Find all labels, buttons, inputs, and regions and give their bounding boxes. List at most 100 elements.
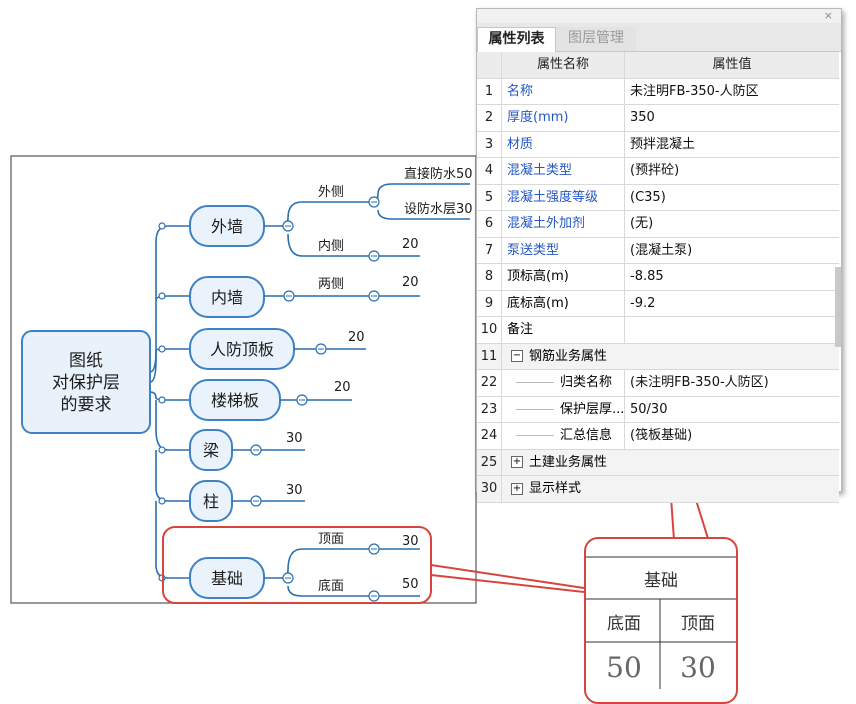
value-column: 30 [286, 483, 303, 498]
row-index: 10 [477, 317, 502, 343]
property-name: 汇总信息 [560, 428, 613, 443]
property-value[interactable] [625, 317, 839, 343]
row-index: 8 [477, 264, 502, 290]
expand-icon[interactable]: + [511, 456, 523, 468]
property-value[interactable]: -8.85 [625, 264, 839, 290]
label-top-face: 顶面 [318, 532, 344, 547]
row-index: 7 [477, 237, 502, 263]
label-column: 柱 [203, 492, 219, 511]
property-value[interactable]: 350 [625, 105, 839, 131]
property-row[interactable]: 2 厚度(mm) 350 [477, 105, 839, 132]
property-value[interactable]: (未注明FB-350-人防区) [625, 370, 839, 396]
property-name: 归类名称 [560, 375, 613, 390]
property-value[interactable]: (混凝土泵) [625, 238, 839, 264]
property-value[interactable]: -9.2 [625, 291, 839, 317]
property-name: 底标高(m) [502, 290, 625, 316]
property-name: 厚度(mm) [502, 105, 625, 131]
label-outer-wall: 外墙 [211, 217, 243, 236]
inset-value-bottom: 50 [606, 651, 642, 684]
value-outer-inner: 20 [402, 237, 419, 252]
row-index: 11 [477, 343, 502, 369]
property-value[interactable]: 预拌混凝土 [625, 132, 839, 158]
property-row[interactable]: 4 混凝土类型 (预拌砼) [477, 158, 839, 185]
property-row[interactable]: 5 混凝土强度等级 (C35) [477, 184, 839, 211]
tab-property-list[interactable]: 属性列表 [477, 27, 556, 52]
panel-tabs: 属性列表 图层管理 [477, 23, 841, 52]
row-index: 24 [477, 423, 502, 449]
property-value[interactable]: 50/30 [625, 397, 839, 423]
group-label-cell: + 显示样式 [502, 476, 839, 502]
collapse-icon[interactable]: − [511, 350, 523, 362]
property-value[interactable]: (筏板基础) [625, 423, 839, 449]
property-value[interactable]: (预拌砼) [625, 158, 839, 184]
property-name-cell: 归类名称 [502, 370, 625, 396]
tab-layer-manager[interactable]: 图层管理 [556, 27, 636, 51]
inset-title: 基础 [644, 571, 678, 591]
property-name-cell: 汇总信息 [502, 423, 625, 449]
header-value: 属性值 [712, 57, 752, 72]
row-index: 25 [477, 449, 502, 475]
drawing-table: 基础 底面 顶面 50 30 [586, 556, 736, 689]
expand-icon[interactable]: + [511, 482, 523, 495]
root-line-2: 对保护层 [52, 373, 120, 393]
property-sub-row[interactable]: 23 保护层厚... 50/30 [477, 396, 839, 423]
inset-col-top: 顶面 [681, 614, 715, 634]
property-value[interactable]: 未注明FB-350-人防区 [625, 79, 839, 105]
label-inner-side: 内侧 [318, 238, 344, 254]
close-icon[interactable]: × [824, 9, 833, 23]
label-inner-wall: 内墙 [211, 288, 243, 307]
inset-value-top: 30 [680, 651, 716, 684]
value-foundation-bottom: 50 [402, 577, 419, 592]
property-row[interactable]: 8 顶标高(m) -8.85 [477, 264, 839, 291]
tree-line [516, 435, 554, 436]
row-index: 6 [477, 211, 502, 237]
grid-header: 属性名称 属性值 [477, 52, 839, 79]
property-sub-row[interactable]: 22 归类名称 (未注明FB-350-人防区) [477, 370, 839, 397]
property-row[interactable]: 10 备注 [477, 317, 839, 344]
value-stair: 20 [334, 380, 351, 395]
property-name: 混凝土类型 [502, 158, 625, 184]
group-rebar[interactable]: 11 − 钢筋业务属性 [477, 343, 839, 370]
value-beam: 30 [286, 431, 303, 446]
row-index: 2 [477, 105, 502, 131]
group-label-cell: + 土建业务属性 [502, 450, 839, 476]
label-waterproof-layer: 设防水层30 [404, 201, 473, 217]
panel-titlebar: × [477, 9, 841, 23]
property-panel: × 属性列表 图层管理 属性名称 属性值 1 名称 未注明FB-350-人防区 2 厚度… [476, 8, 842, 503]
property-row[interactable]: 3 材质 预拌混凝土 [477, 131, 839, 158]
drawing-detail-inset: 基础 底面 顶面 50 30 [584, 537, 738, 704]
property-name: 混凝土强度等级 [502, 184, 625, 210]
property-name: 保护层厚... [560, 401, 625, 417]
header-index [477, 52, 502, 78]
property-name: 混凝土外加剂 [502, 211, 625, 237]
group-civil[interactable]: 25 + 土建业务属性 [477, 449, 839, 476]
label-stair: 楼梯板 [211, 391, 259, 410]
value-foundation-top: 30 [402, 534, 419, 549]
property-row[interactable]: 1 名称 未注明FB-350-人防区 [477, 78, 839, 105]
property-name: 备注 [502, 317, 625, 343]
property-value[interactable]: (无) [625, 211, 839, 237]
root-line-1: 图纸 [69, 351, 103, 371]
property-sub-row[interactable]: 24 汇总信息 (筏板基础) [477, 423, 839, 450]
scrollbar[interactable] [835, 267, 841, 347]
property-row[interactable]: 6 混凝土外加剂 (无) [477, 211, 839, 238]
label-bottom-face: 底面 [318, 578, 344, 594]
group-label: 显示样式 [529, 481, 582, 496]
row-index: 23 [477, 396, 502, 422]
inset-col-bottom: 底面 [607, 614, 641, 634]
label-outer-side: 外侧 [318, 185, 344, 200]
group-label: 钢筋业务属性 [529, 348, 608, 364]
header-name: 属性名称 [502, 52, 625, 78]
property-name: 泵送类型 [502, 237, 625, 263]
property-name: 名称 [502, 78, 625, 104]
property-row[interactable]: 9 底标高(m) -9.2 [477, 290, 839, 317]
row-index: 4 [477, 158, 502, 184]
group-display[interactable]: 30 + 显示样式 [477, 476, 839, 503]
property-value[interactable]: (C35) [625, 185, 839, 211]
property-grid: 属性名称 属性值 1 名称 未注明FB-350-人防区 2 厚度(mm) 350 3 材质 预拌… [477, 52, 839, 503]
label-beam: 梁 [203, 441, 219, 460]
property-row[interactable]: 7 泵送类型 (混凝土泵) [477, 237, 839, 264]
row-index: 30 [477, 476, 502, 502]
label-foundation: 基础 [211, 569, 243, 588]
value-inner-both: 20 [402, 275, 419, 290]
